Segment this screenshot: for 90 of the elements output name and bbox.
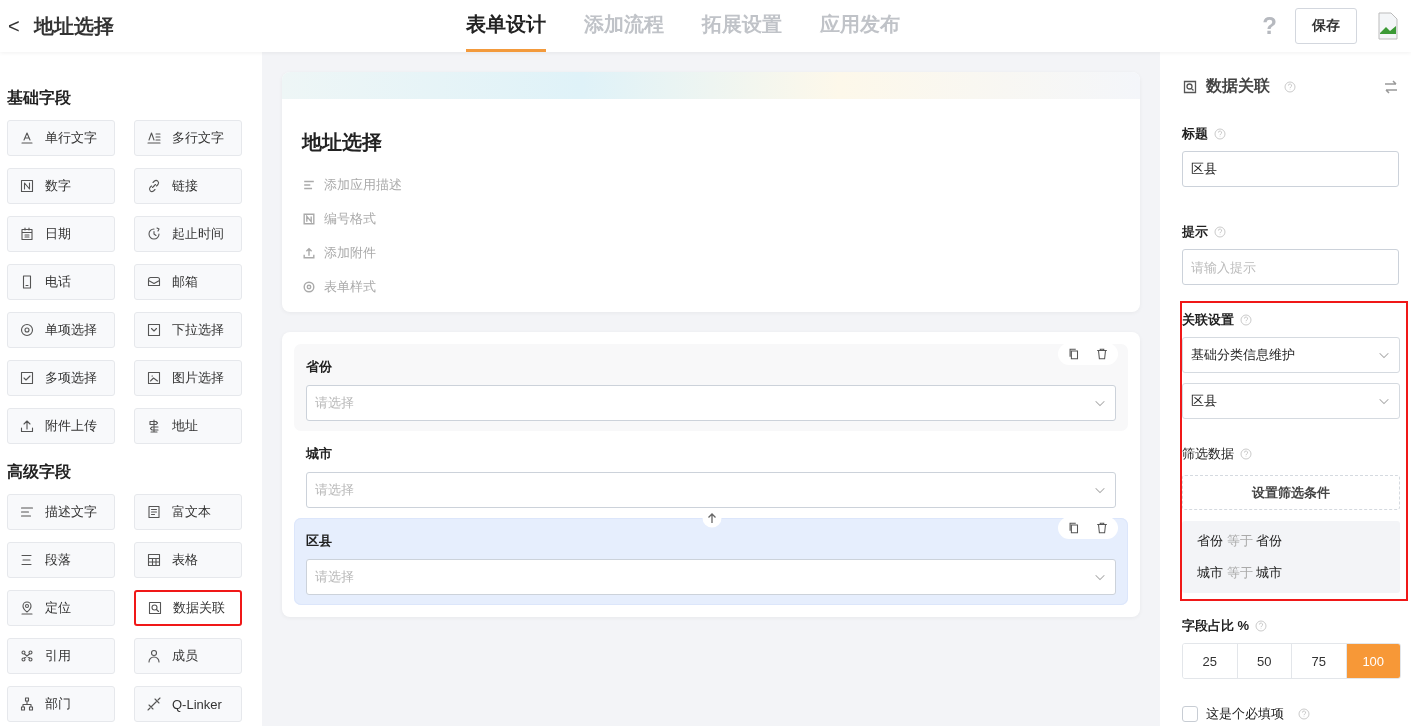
field-type-item[interactable]: 多项选择 xyxy=(7,360,115,396)
field-label: 关联设置 xyxy=(1182,311,1234,329)
field-label: 省份 xyxy=(306,358,333,376)
title-input[interactable]: 区县 xyxy=(1182,151,1399,187)
hint-input[interactable]: 请输入提示 xyxy=(1182,249,1399,285)
field-type-item[interactable]: 下拉选择 xyxy=(134,312,242,348)
form-title: 地址选择 xyxy=(302,130,383,155)
field-type-item[interactable]: 单行文字 xyxy=(7,120,115,156)
field-type-item[interactable]: 数字 xyxy=(7,168,115,204)
field-type-icon xyxy=(19,504,35,520)
field-type-item[interactable]: 富文本 xyxy=(134,494,242,530)
field-type-item[interactable]: Q-Linker xyxy=(134,686,242,722)
field-type-item[interactable]: 起止时间 xyxy=(134,216,242,252)
field-type-item[interactable]: 多行文字 xyxy=(134,120,242,156)
section-title: 高级字段 xyxy=(7,462,72,482)
section-title: 基础字段 xyxy=(7,88,72,108)
app-title: 地址选择 xyxy=(33,13,114,39)
field-type-item[interactable]: 电话 xyxy=(7,264,115,300)
field-type-icon xyxy=(146,552,162,568)
help-icon[interactable] xyxy=(1255,620,1268,632)
field-type-icon xyxy=(146,322,162,338)
field-type-icon xyxy=(146,504,162,520)
form-field[interactable]: 区县 请选择 xyxy=(294,518,1128,605)
field-type-item[interactable]: 段落 xyxy=(7,542,115,578)
field-label: 城市 xyxy=(306,445,333,463)
field-type-item[interactable]: 数据关联 xyxy=(134,590,242,626)
field-type-icon xyxy=(19,600,35,616)
field-type-item[interactable]: 部门 xyxy=(7,686,115,722)
field-type-item[interactable]: 单项选择 xyxy=(7,312,115,348)
data-link-icon xyxy=(1182,78,1198,95)
field-label: 字段占比 % xyxy=(1182,617,1250,635)
option-icon xyxy=(302,280,316,294)
filter-condition: 省份 等于 省份 xyxy=(1197,532,1284,550)
field-label: 筛选数据 xyxy=(1182,445,1234,463)
filter-button[interactable]: 设置筛选条件 xyxy=(1182,475,1400,510)
field-type-icon xyxy=(19,130,35,146)
checkbox-label: 这是个必填项 xyxy=(1206,705,1284,723)
help-icon[interactable] xyxy=(1214,226,1226,238)
field-type-item[interactable]: 图片选择 xyxy=(134,360,242,396)
field-type-icon xyxy=(19,370,35,386)
help-icon[interactable] xyxy=(1240,314,1252,326)
back-button[interactable]: < xyxy=(8,14,20,38)
required-checkbox[interactable] xyxy=(1182,706,1198,722)
delete-icon[interactable] xyxy=(1095,347,1109,361)
field-type-item[interactable]: 引用 xyxy=(7,638,115,674)
copy-icon[interactable] xyxy=(1067,521,1081,535)
source-select[interactable]: 基础分类信息维护 xyxy=(1182,337,1400,373)
option-icon xyxy=(302,212,316,226)
help-icon[interactable] xyxy=(1284,80,1296,93)
field-type-item[interactable]: 日期 xyxy=(7,216,115,252)
width-option[interactable]: 25 xyxy=(1183,644,1238,678)
field-type-item[interactable]: 链接 xyxy=(134,168,242,204)
field-type-icon xyxy=(19,178,35,194)
field-type-icon xyxy=(19,648,35,664)
panel-title: 数据关联 xyxy=(1206,76,1270,96)
field-type-icon xyxy=(19,418,35,434)
field-type-icon xyxy=(19,552,35,568)
field-label: 提示 xyxy=(1182,223,1208,241)
save-button[interactable]: 保存 xyxy=(1295,8,1357,44)
field-type-item[interactable]: 表格 xyxy=(134,542,242,578)
field-type-item[interactable]: 附件上传 xyxy=(7,408,115,444)
field-type-item[interactable]: 地址 xyxy=(134,408,242,444)
field-type-icon xyxy=(146,696,162,712)
field-type-icon xyxy=(146,648,162,664)
help-icon[interactable] xyxy=(1214,128,1226,140)
field-type-item[interactable]: 描述文字 xyxy=(7,494,115,530)
field-type-icon xyxy=(19,322,35,338)
copy-icon[interactable] xyxy=(1067,347,1081,361)
filter-condition: 城市 等于 城市 xyxy=(1197,564,1284,582)
field-type-icon xyxy=(146,130,162,146)
field-type-item[interactable]: 邮箱 xyxy=(134,264,242,300)
form-field[interactable]: 城市 请选择 xyxy=(294,431,1128,518)
field-type-icon xyxy=(146,226,162,242)
target-select[interactable]: 区县 xyxy=(1182,383,1400,419)
field-type-icon xyxy=(146,370,162,386)
field-type-item[interactable]: 成员 xyxy=(134,638,242,674)
field-type-icon xyxy=(19,696,35,712)
field-type-icon xyxy=(147,600,163,616)
field-type-icon xyxy=(19,226,35,242)
field-type-item[interactable]: 定位 xyxy=(7,590,115,626)
field-type-icon xyxy=(146,178,162,194)
help-icon[interactable] xyxy=(1298,708,1310,720)
field-label: 标题 xyxy=(1182,125,1208,143)
help-icon[interactable] xyxy=(1240,448,1252,460)
delete-icon[interactable] xyxy=(1095,521,1109,535)
field-label: 区县 xyxy=(306,532,333,550)
option-icon xyxy=(302,178,316,192)
swap-icon[interactable] xyxy=(1383,78,1399,95)
form-field[interactable]: 省份 请选择 xyxy=(294,344,1128,431)
option-icon xyxy=(302,246,316,260)
